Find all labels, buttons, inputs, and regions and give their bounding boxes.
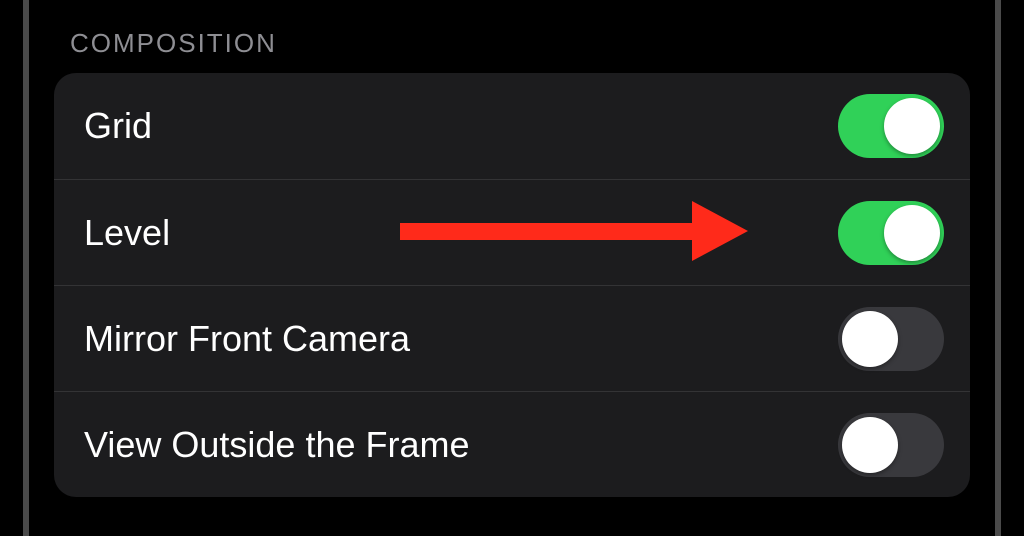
- toggle-knob: [842, 417, 898, 473]
- setting-row-mirror-front-camera[interactable]: Mirror Front Camera: [54, 285, 970, 391]
- toggle-knob: [842, 311, 898, 367]
- bezel-left: [14, 0, 28, 536]
- bezel-right: [996, 0, 1010, 536]
- section-header-composition: COMPOSITION: [34, 0, 990, 73]
- settings-group-composition: Grid Level Mirror Front Camera: [54, 73, 970, 497]
- toggle-view-outside-frame[interactable]: [838, 413, 944, 477]
- setting-row-view-outside-frame[interactable]: View Outside the Frame: [54, 391, 970, 497]
- device-frame: COMPOSITION Grid Level Mirror Front Came…: [0, 0, 1024, 536]
- setting-label-view-outside-frame: View Outside the Frame: [84, 424, 470, 466]
- toggle-knob: [884, 205, 940, 261]
- setting-row-grid[interactable]: Grid: [54, 73, 970, 179]
- setting-label-mirror-front-camera: Mirror Front Camera: [84, 318, 410, 360]
- toggle-grid[interactable]: [838, 94, 944, 158]
- settings-screen: COMPOSITION Grid Level Mirror Front Came…: [34, 0, 990, 536]
- setting-label-level: Level: [84, 212, 170, 254]
- setting-label-grid: Grid: [84, 105, 152, 147]
- toggle-knob: [884, 98, 940, 154]
- toggle-mirror-front-camera[interactable]: [838, 307, 944, 371]
- setting-row-level[interactable]: Level: [54, 179, 970, 285]
- toggle-level[interactable]: [838, 201, 944, 265]
